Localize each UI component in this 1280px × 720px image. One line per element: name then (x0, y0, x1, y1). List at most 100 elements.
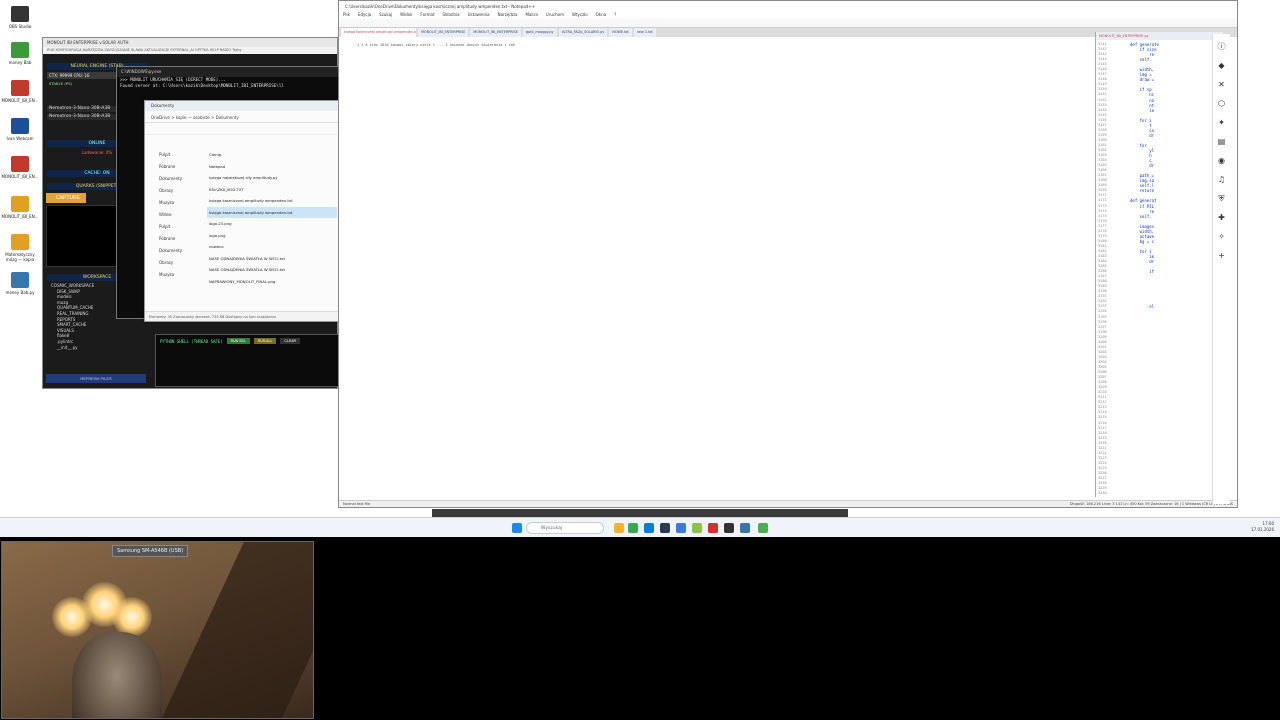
obs-icon[interactable] (724, 523, 734, 533)
tools-icon[interactable]: ✚ (1216, 212, 1228, 224)
opera-icon[interactable] (708, 523, 718, 533)
secondary-tab[interactable]: MONOLIT_IBI_ENTERPRISE.py (1096, 32, 1223, 40)
desktop-icon[interactable]: Matematyczny mózg — kopia (0, 234, 40, 262)
menu-item[interactable]: ? (614, 12, 616, 18)
editor-tab[interactable]: MONOLIT_IBI_ENTERPRISE (418, 28, 469, 37)
start-icon[interactable] (512, 523, 522, 533)
info-icon[interactable]: ⓘ (1216, 41, 1228, 53)
editor-tab[interactable]: NOWE.txt (609, 28, 632, 37)
desktop-icon[interactable]: MONOLIT_IBI_EN... (0, 80, 40, 103)
file-row[interactable]: noweco (207, 241, 337, 253)
taskbar[interactable]: Wyszukaj 17:00 17.01.2026 (0, 517, 1280, 537)
nav-item[interactable]: Dokumenty (149, 245, 201, 257)
address-bar[interactable]: OneDrive > kopie — osobiste > Dokumenty (145, 111, 339, 123)
file-row[interactable]: księga kosmicznej amplitudy wmpenden.txt (207, 206, 337, 218)
menu-item[interactable]: Składnia (443, 12, 460, 18)
notepadpp-icon[interactable] (692, 523, 702, 533)
desktop-icon[interactable]: MONOLIT_IBI_EN... (0, 196, 40, 219)
nav-item[interactable]: Dokumenty (149, 173, 201, 185)
file-row[interactable]: NAPRAWIONY_MONOLIT_FINAL.png (207, 276, 337, 288)
run-selection-button[interactable]: RUN SEL (226, 338, 250, 344)
shield-icon[interactable]: ⛨ (1216, 193, 1228, 205)
nav-item[interactable]: Pulpit (149, 221, 201, 233)
nav-item[interactable]: Muzyka (149, 197, 201, 209)
editor-tab[interactable]: ULTRA_FAZA_SOLARIO.py (558, 28, 608, 37)
nav-item[interactable]: Wideo (149, 209, 201, 221)
desktop-icon[interactable]: Ivan Webcam (0, 118, 40, 141)
desktop-icon[interactable]: money Bab.py (0, 272, 40, 295)
file-row[interactable]: księga największej siły amplitudy.py (207, 172, 337, 184)
menu-item[interactable]: Ustawienia (468, 12, 490, 18)
nav-item[interactable]: Pulpit (149, 149, 201, 161)
refresh-files-button[interactable]: REFRESH FILES (46, 374, 146, 383)
close-icon[interactable]: ✕ (1216, 79, 1228, 91)
browser-sidebar[interactable]: ⓘ ◆ ✕ ⬡ ✦ ▤ ◉ ♫ ⛨ ✚ ✧ + (1212, 34, 1230, 504)
file-row[interactable]: KSIĄŻKA_KOD.TXT (207, 184, 337, 196)
desktop-icon[interactable]: MONOLIT_IBI_EN... (0, 156, 40, 179)
python-icon[interactable] (740, 523, 750, 533)
nav-item[interactable]: Pobrane (149, 161, 201, 173)
editor-pane[interactable]: 1 Z A sfen 2016 kosmos zbiory wiele i ..… (343, 43, 1089, 491)
file-list[interactable]: Camig Notepad księga największej siły ampl… (207, 149, 337, 287)
file-row[interactable]: księga kosmicznej amplitudy wmpenden.txt (207, 195, 337, 207)
desktop-icon[interactable]: money Bab (0, 42, 40, 65)
edge-icon[interactable] (644, 523, 654, 533)
navigation-pane[interactable]: Pulpit Pobrane Dokumenty Obrazy Muzyka Wideo P… (149, 149, 201, 281)
nav-item[interactable]: Muzyka (149, 269, 201, 281)
menu-item[interactable]: Format (420, 12, 434, 18)
python-shell-panel[interactable]: PYTHON SHELL (THREAD SAFE) RUN SEL RUN A… (155, 334, 339, 387)
menu-item[interactable]: Edycja (358, 12, 371, 18)
file-row[interactable]: logo.png (207, 230, 337, 242)
tree-item[interactable]: __init__.py (47, 345, 147, 351)
nav-item[interactable]: Pobrane (149, 233, 201, 245)
screen: OBS Studio money Bab MONOLIT_IBI_EN... Ivan… (0, 0, 1280, 720)
capture-button[interactable]: CAPTURE (46, 193, 86, 203)
menu-item[interactable]: Makra (525, 12, 537, 18)
sparkle-icon[interactable]: ✧ (1216, 231, 1228, 243)
terminal-icon[interactable] (660, 523, 670, 533)
desktop-icon[interactable]: OBS Studio (0, 6, 40, 29)
file-row[interactable]: Camig (207, 149, 337, 161)
editor-tab[interactable]: gpt4_mozgpy.py (522, 28, 557, 37)
explorer-toolbar[interactable] (145, 123, 339, 135)
file-explorer-icon[interactable] (614, 523, 624, 533)
vscode-icon[interactable] (676, 523, 686, 533)
taskbar-search[interactable]: Wyszukaj (526, 522, 604, 534)
editor-tab[interactable]: księga kosmicznej amplitudy wmpenden.txt (341, 28, 416, 37)
notepadpp-menu-bar[interactable]: Plik Edycja Szukaj Widok Format Składnia Ustaw… (339, 11, 1237, 19)
nav-item[interactable]: Obrazy (149, 185, 201, 197)
nav-item[interactable]: Obrazy (149, 257, 201, 269)
taskbar-clock[interactable]: 17:00 17.01.2026 (1251, 521, 1274, 533)
menu-item[interactable]: Uruchom (546, 12, 564, 18)
file-row[interactable]: NASE ODNAJDENIA ŚWIATŁA W SIECI.txt (207, 264, 337, 276)
file-row[interactable]: logo.23.png (207, 218, 337, 230)
menu-item[interactable]: Widok (400, 12, 412, 18)
chat-icon[interactable]: ◉ (1216, 155, 1228, 167)
editor-tab[interactable]: new 1.txt (633, 28, 656, 37)
green-app-icon[interactable] (758, 523, 768, 533)
clipboard-icon[interactable]: ▤ (1216, 136, 1228, 148)
file-row[interactable]: NASE ODNAJDENIA ŚWIATŁA W SIECI.txt (207, 253, 337, 265)
menu-item[interactable]: Szukaj (379, 12, 392, 18)
audio-icon[interactable]: ♫ (1216, 174, 1228, 186)
notepadpp-window[interactable]: C:\Users\kazik\OneDrive\Dokumenty\księga… (338, 0, 1238, 508)
menu-item[interactable]: Plik (343, 12, 350, 18)
secondary-editor-pane[interactable]: MONOLIT_IBI_ENTERPRISE.py 3141 3142 3143 31… (1095, 32, 1223, 497)
extension-icon[interactable]: ⬡ (1216, 98, 1228, 110)
notepadpp-toolbar[interactable] (339, 19, 1237, 28)
copilot-icon[interactable]: ◆ (1216, 60, 1228, 72)
app-icon (11, 80, 29, 96)
menu-item[interactable]: Wtyczki (572, 12, 588, 18)
run-all-button[interactable]: RUN ALL (253, 338, 277, 344)
file-row[interactable]: Notepad (207, 161, 337, 173)
menu-item[interactable]: Okna (596, 12, 606, 18)
menu-bar[interactable]: PLIK KONFIGURACJA NARZĘDZIA ZARZĄDZANIE … (43, 47, 337, 54)
file-explorer-window[interactable]: Dokumenty OneDrive > kopie — osobiste > … (144, 100, 340, 322)
editor-tab[interactable]: MONOLIT_IBI_ENTERPRISE (470, 28, 521, 37)
add-icon[interactable]: + (1216, 250, 1228, 262)
chrome-icon[interactable] (628, 523, 638, 533)
pin-icon[interactable]: ✦ (1216, 117, 1228, 129)
explorer-tab[interactable]: Dokumenty (145, 101, 339, 111)
menu-item[interactable]: Narzędzia (498, 12, 518, 18)
clear-button[interactable]: CLEAR (280, 338, 301, 344)
